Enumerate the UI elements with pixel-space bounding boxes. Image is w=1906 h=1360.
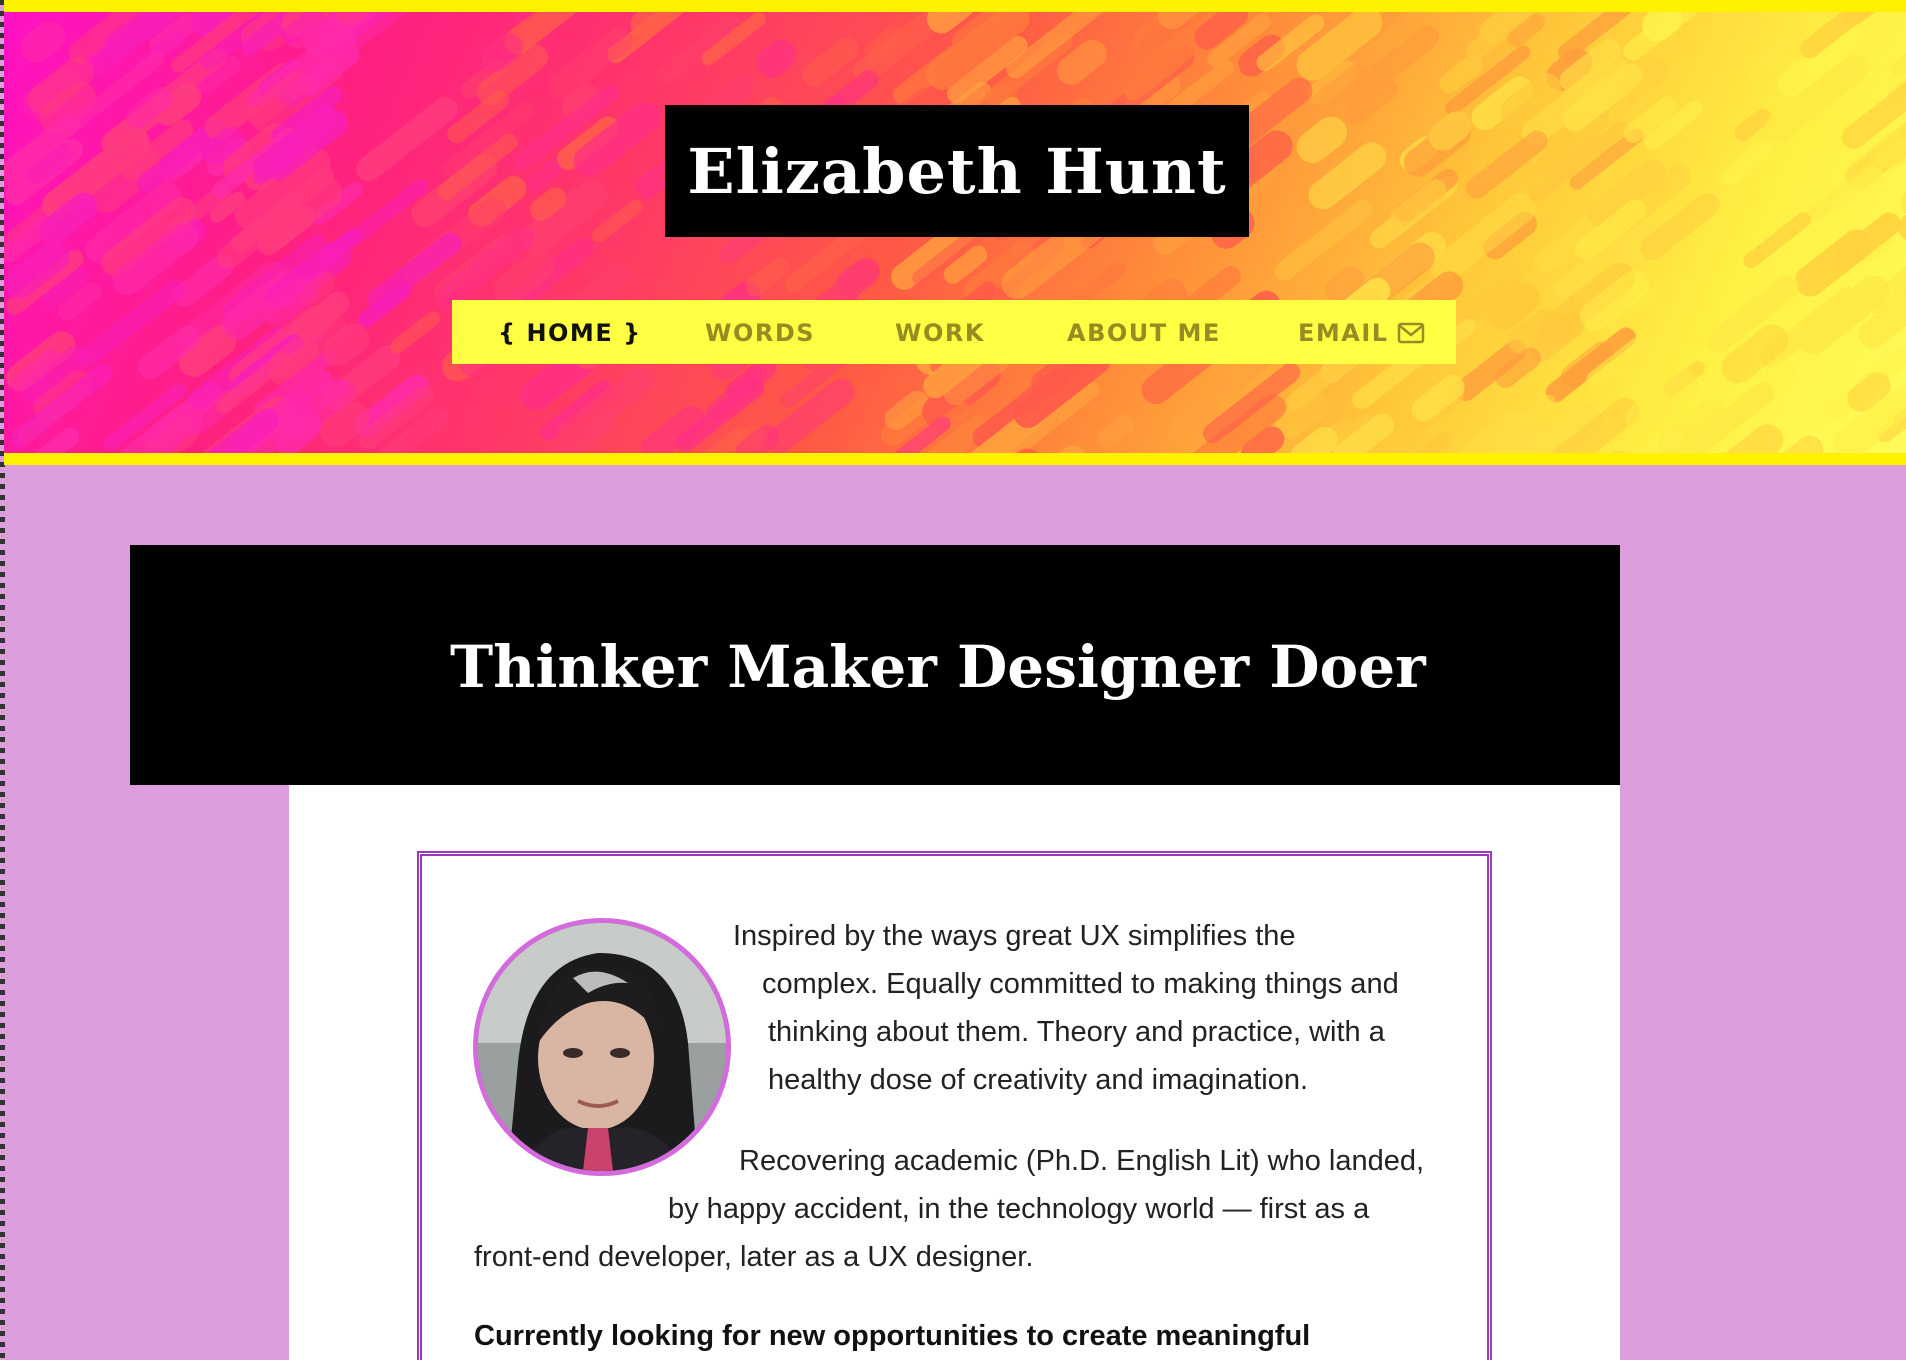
brush-stroke <box>1098 414 1136 448</box>
brush-stroke <box>1623 12 1714 61</box>
hero-title: Thinker Maker Designer Doer <box>450 633 1426 701</box>
brush-stroke <box>390 311 441 354</box>
nav-item-words[interactable]: WORDS <box>705 319 815 347</box>
nav-item-email[interactable]: EMAIL <box>1298 319 1425 350</box>
portrait-illustration <box>478 923 726 1171</box>
page: Elizabeth Hunt { HOME } WORDS WORK ABOUT… <box>0 0 1906 1360</box>
intro-p1-line-2: complex. Equally committed to making thi… <box>762 968 1399 1000</box>
brush-stroke <box>745 257 790 297</box>
intro-p2-line-3: front-end developer, later as a UX desig… <box>474 1241 1034 1273</box>
intro-p2-line-2: by happy accident, in the technology wor… <box>668 1193 1370 1225</box>
intro-p2-line-1: Recovering academic (Ph.D. English Lit) … <box>739 1145 1425 1177</box>
hero-banner: Thinker Maker Designer Doer <box>130 545 1620 785</box>
site-title[interactable]: Elizabeth Hunt <box>687 135 1226 208</box>
nav-item-about-me[interactable]: ABOUT ME <box>1067 319 1221 347</box>
nav-item-work[interactable]: WORK <box>895 319 985 347</box>
nav-item-home[interactable]: { HOME } <box>498 319 642 347</box>
brush-stroke <box>1390 179 1447 228</box>
main-nav: { HOME } WORDS WORK ABOUT ME EMAIL <box>452 300 1456 364</box>
intro-p3-line-1: Currently looking for new opportunities … <box>474 1320 1311 1352</box>
site-header: Elizabeth Hunt { HOME } WORDS WORK ABOUT… <box>4 0 1906 465</box>
nav-item-email-label: EMAIL <box>1298 319 1389 347</box>
intro-p1-line-1: Inspired by the ways great UX simplifies… <box>733 920 1296 952</box>
brush-stroke <box>20 20 66 63</box>
intro-p1-line-3: thinking about them. Theory and practice… <box>768 1016 1385 1048</box>
brush-stroke <box>756 39 797 78</box>
site-title-box: Elizabeth Hunt <box>665 105 1249 237</box>
intro-p1-line-4: healthy dose of creativity and imaginati… <box>768 1064 1309 1096</box>
brush-stroke <box>1720 140 1774 186</box>
envelope-icon <box>1397 322 1425 350</box>
brush-stroke <box>641 405 706 453</box>
avatar <box>473 918 731 1176</box>
